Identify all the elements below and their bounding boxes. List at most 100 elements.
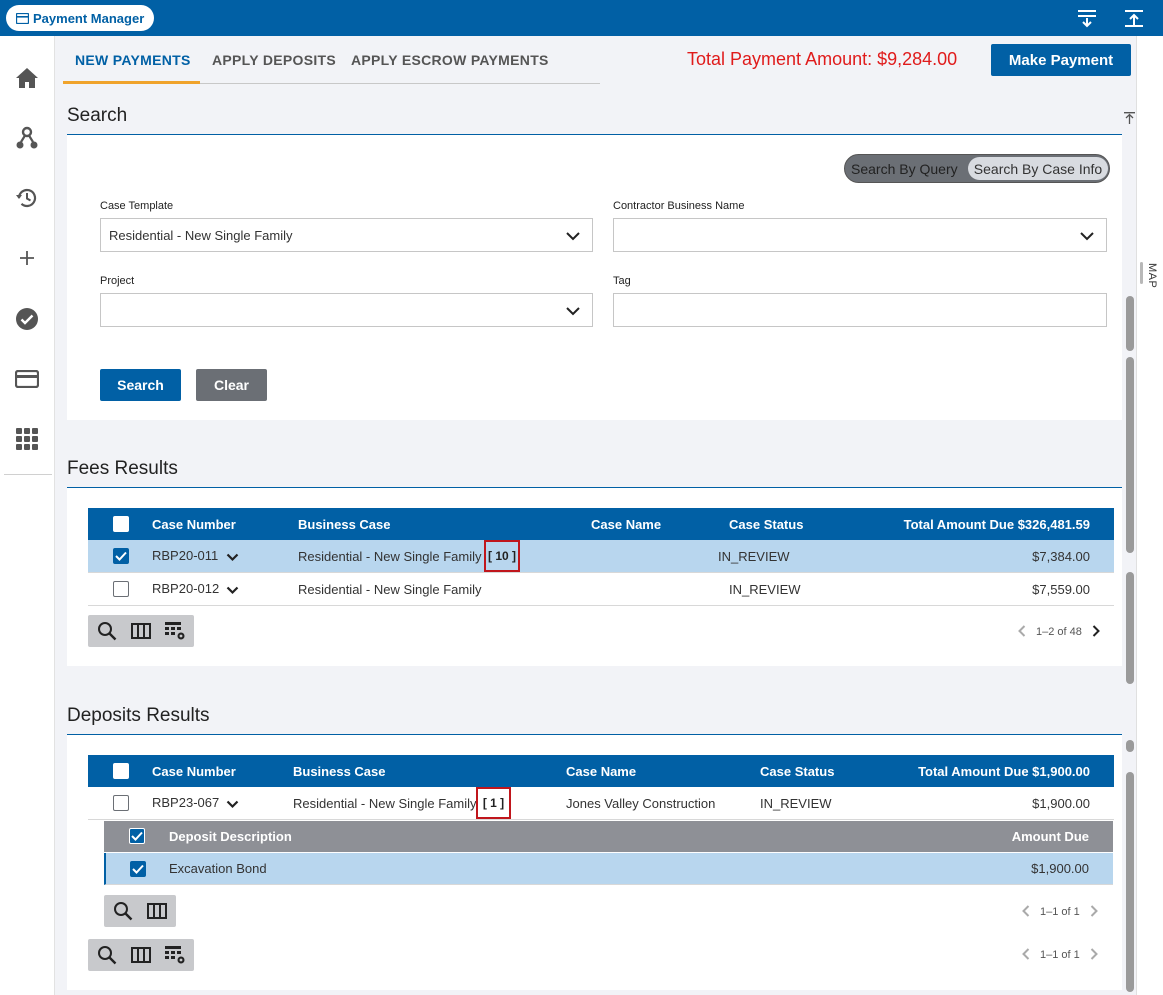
col-total-amount-due[interactable]: Total Amount Due $326,481.59 bbox=[904, 517, 1090, 532]
chevron-down-icon bbox=[566, 304, 580, 319]
col-deposit-description[interactable]: Deposit Description bbox=[169, 829, 292, 844]
col-case-status[interactable]: Case Status bbox=[729, 517, 803, 532]
row-checkbox[interactable] bbox=[113, 548, 129, 564]
toggle-search-by-case-info[interactable]: Search By Case Info bbox=[968, 157, 1108, 180]
history-icon[interactable] bbox=[13, 184, 41, 212]
business-case: Residential - New Single Family bbox=[298, 549, 482, 564]
col-case-number[interactable]: Case Number bbox=[152, 517, 236, 532]
fees-pager: 1–2 of 48 bbox=[1018, 624, 1100, 640]
row-checkbox[interactable] bbox=[113, 795, 129, 811]
scrollbar-thumb[interactable] bbox=[1126, 357, 1134, 553]
contractor-business-name-select[interactable] bbox=[613, 218, 1107, 252]
chevron-right-icon[interactable] bbox=[1090, 947, 1098, 963]
tag-label: Tag bbox=[613, 275, 631, 287]
clear-button[interactable]: Clear bbox=[196, 369, 267, 401]
scrollbar-thumb[interactable] bbox=[1126, 296, 1134, 351]
case-number: RBP20-011 bbox=[152, 548, 219, 563]
amount-due: $7,559.00 bbox=[1032, 582, 1090, 597]
deposits-select-all-checkbox[interactable] bbox=[113, 763, 129, 779]
chevron-down-icon[interactable] bbox=[226, 797, 239, 812]
table-row[interactable]: RBP20-012 Residential - New Single Famil… bbox=[88, 573, 1114, 606]
chevron-right-icon[interactable] bbox=[1090, 904, 1098, 920]
table-row[interactable]: Excavation Bond $1,900.00 bbox=[104, 853, 1113, 885]
col-business-case[interactable]: Business Case bbox=[298, 517, 391, 532]
chevron-down-icon[interactable] bbox=[226, 550, 239, 565]
make-payment-button[interactable]: Make Payment bbox=[991, 44, 1131, 76]
case-status: IN_REVIEW bbox=[729, 582, 801, 597]
map-panel-label[interactable]: MAP bbox=[1146, 263, 1158, 288]
table-row[interactable]: RBP23-067 Residential - New Single Famil… bbox=[88, 787, 1114, 820]
table-settings-icon[interactable] bbox=[160, 941, 190, 969]
col-case-name[interactable]: Case Name bbox=[591, 517, 661, 532]
col-total-amount-due[interactable]: Total Amount Due $1,900.00 bbox=[918, 764, 1090, 779]
chevron-right-icon[interactable] bbox=[1092, 624, 1100, 640]
card-nav-icon[interactable] bbox=[13, 365, 41, 393]
collapse-section-icon[interactable] bbox=[1124, 112, 1135, 127]
fees-table-toolbar bbox=[88, 615, 194, 647]
deposit-subtable-toolbar bbox=[104, 895, 176, 927]
chevron-down-icon bbox=[566, 229, 580, 244]
project-label: Project bbox=[100, 275, 135, 287]
business-case: Residential - New Single Family bbox=[298, 582, 482, 597]
nav-divider bbox=[4, 474, 52, 475]
tag-input[interactable] bbox=[613, 293, 1107, 327]
tab-apply-deposits[interactable]: APPLY DEPOSITS bbox=[212, 52, 336, 68]
expand-all-icon[interactable] bbox=[1122, 6, 1146, 30]
chevron-left-icon[interactable] bbox=[1022, 904, 1030, 920]
col-amount-due[interactable]: Amount Due bbox=[1012, 829, 1089, 844]
col-case-status[interactable]: Case Status bbox=[760, 764, 834, 779]
home-icon[interactable] bbox=[13, 64, 41, 92]
search-icon[interactable] bbox=[92, 941, 122, 969]
connections-icon[interactable] bbox=[13, 124, 41, 152]
table-settings-icon[interactable] bbox=[160, 617, 190, 645]
case-status: IN_REVIEW bbox=[760, 796, 832, 811]
search-icon[interactable] bbox=[108, 897, 138, 925]
active-tab-indicator bbox=[63, 81, 200, 84]
search-button[interactable]: Search bbox=[100, 369, 181, 401]
check-circle-icon[interactable] bbox=[13, 305, 41, 333]
case-template-select[interactable]: Residential - New Single Family bbox=[100, 218, 593, 252]
pager-range: 1–1 of 1 bbox=[1040, 949, 1080, 961]
deposit-amount-due: $1,900.00 bbox=[1031, 861, 1089, 876]
deposit-description: Excavation Bond bbox=[169, 861, 267, 876]
col-case-number[interactable]: Case Number bbox=[152, 764, 236, 779]
chevron-down-icon[interactable] bbox=[226, 583, 239, 598]
col-case-name[interactable]: Case Name bbox=[566, 764, 636, 779]
item-count-badge[interactable]: [ 1 ] bbox=[476, 787, 511, 819]
fees-select-all-checkbox[interactable] bbox=[113, 516, 129, 532]
tab-apply-escrow-payments[interactable]: APPLY ESCROW PAYMENTS bbox=[351, 52, 549, 68]
item-count-badge[interactable]: [ 10 ] bbox=[484, 540, 520, 572]
case-number: RBP20-012 bbox=[152, 581, 220, 596]
scrollbar-thumb[interactable] bbox=[1126, 772, 1134, 992]
amount-due: $1,900.00 bbox=[1032, 796, 1090, 811]
chevron-left-icon[interactable] bbox=[1018, 624, 1026, 640]
tab-new-payments[interactable]: NEW PAYMENTS bbox=[75, 52, 191, 68]
scrollbar-thumb[interactable] bbox=[1126, 740, 1134, 752]
columns-icon[interactable] bbox=[142, 897, 172, 925]
case-name: Jones Valley Construction bbox=[566, 796, 716, 811]
row-checkbox[interactable] bbox=[130, 861, 146, 877]
add-icon[interactable] bbox=[13, 244, 41, 272]
deposits-table-header: Case Number Business Case Case Name Case… bbox=[88, 755, 1114, 787]
case-number: RBP23-067 bbox=[152, 795, 220, 810]
deposit-select-all-checkbox[interactable] bbox=[129, 828, 145, 844]
search-mode-toggle[interactable]: Search By Query Search By Case Info bbox=[844, 154, 1110, 183]
col-business-case[interactable]: Business Case bbox=[293, 764, 386, 779]
apps-grid-icon[interactable] bbox=[13, 425, 41, 453]
deposits-table-toolbar bbox=[88, 939, 194, 971]
row-checkbox[interactable] bbox=[113, 581, 129, 597]
table-row[interactable]: RBP20-011 Residential - New Single Famil… bbox=[88, 540, 1114, 573]
chevron-left-icon[interactable] bbox=[1022, 947, 1030, 963]
tab-bar: NEW PAYMENTS APPLY DEPOSITS APPLY ESCROW… bbox=[63, 38, 600, 84]
total-payment-amount: Total Payment Amount: $9,284.00 bbox=[687, 49, 958, 69]
scrollbar-thumb[interactable] bbox=[1126, 572, 1134, 684]
app-title-pill[interactable]: Payment Manager bbox=[6, 5, 155, 31]
map-panel-handle[interactable] bbox=[1140, 262, 1143, 284]
search-icon[interactable] bbox=[92, 617, 122, 645]
project-select[interactable] bbox=[100, 293, 593, 327]
collapse-all-icon[interactable] bbox=[1075, 6, 1099, 30]
columns-icon[interactable] bbox=[126, 617, 156, 645]
toggle-search-by-query[interactable]: Search By Query bbox=[851, 161, 958, 177]
fees-table-header: Case Number Business Case Case Name Case… bbox=[88, 508, 1114, 540]
columns-icon[interactable] bbox=[126, 941, 156, 969]
